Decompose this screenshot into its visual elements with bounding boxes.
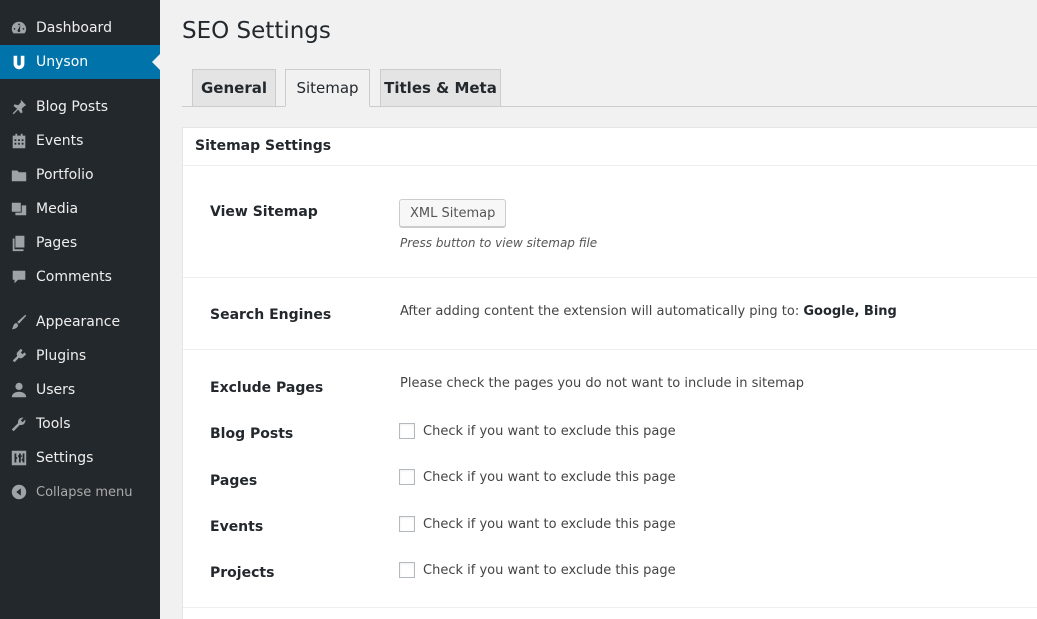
exclude-pages-item-label: Pages <box>210 473 258 489</box>
tab-sitemap[interactable]: Sitemap <box>285 69 370 107</box>
menu-item-portfolio[interactable]: Portfolio <box>0 158 160 192</box>
exclude-events-checkbox[interactable] <box>399 516 415 532</box>
menu-item-pages[interactable]: Pages <box>0 226 160 260</box>
dashboard-icon <box>0 19 36 37</box>
admin-sidebar: Dashboard Unyson Blog Posts Events Portf… <box>0 0 160 619</box>
plugin-icon <box>0 347 36 365</box>
checkbox-label: Check if you want to exclude this page <box>423 516 676 532</box>
pages-icon <box>0 234 36 252</box>
settings-icon <box>0 449 36 467</box>
row-divider <box>183 349 1037 350</box>
menu-item-users[interactable]: Users <box>0 373 160 407</box>
menu-label: Plugins <box>36 348 87 364</box>
exclude-events-row: Check if you want to exclude this page <box>399 516 676 532</box>
menu-label: Appearance <box>36 314 121 330</box>
menu-label: Portfolio <box>36 167 94 183</box>
menu-item-blog-posts[interactable]: Blog Posts <box>0 90 160 124</box>
menu-item-comments[interactable]: Comments <box>0 260 160 294</box>
exclude-blog-posts-label: Blog Posts <box>210 426 294 442</box>
tab-titles-meta[interactable]: Titles & Meta <box>380 69 501 107</box>
tab-general[interactable]: General <box>192 69 276 107</box>
wrench-icon <box>0 415 36 433</box>
exclude-pages-row: Check if you want to exclude this page <box>399 469 676 485</box>
menu-label: Pages <box>36 235 78 251</box>
xml-sitemap-button[interactable]: XML Sitemap <box>399 199 507 227</box>
menu-item-tools[interactable]: Tools <box>0 407 160 441</box>
row-divider <box>183 277 1037 278</box>
panel-heading: Sitemap Settings <box>183 128 1037 166</box>
unyson-icon <box>0 53 36 71</box>
exclude-pages-checkbox[interactable] <box>399 469 415 485</box>
menu-item-events[interactable]: Events <box>0 124 160 158</box>
pushpin-icon <box>0 98 36 116</box>
view-sitemap-hint: Press button to view sitemap file <box>400 236 598 250</box>
media-icon <box>0 200 36 218</box>
view-sitemap-label: View Sitemap <box>210 204 318 220</box>
calendar-icon <box>0 132 36 150</box>
exclude-pages-label: Exclude Pages <box>210 380 324 396</box>
menu-item-appearance[interactable]: Appearance <box>0 305 160 339</box>
menu-label: Media <box>36 201 79 217</box>
exclude-blog-posts-checkbox[interactable] <box>399 423 415 439</box>
page-title: SEO Settings <box>182 18 331 44</box>
search-engines-list: Google, Bing <box>803 304 897 319</box>
comment-icon <box>0 268 36 286</box>
checkbox-label: Check if you want to exclude this page <box>423 469 676 485</box>
menu-item-settings[interactable]: Settings <box>0 441 160 475</box>
sitemap-settings-panel: Sitemap Settings View Sitemap XML Sitema… <box>182 127 1037 619</box>
exclude-blog-posts-row: Check if you want to exclude this page <box>399 423 676 439</box>
menu-item-unyson[interactable]: Unyson <box>0 45 160 79</box>
exclude-projects-label: Projects <box>210 565 275 581</box>
menu-label: Comments <box>36 269 112 285</box>
menu-label: Unyson <box>36 54 89 70</box>
exclude-projects-row: Check if you want to exclude this page <box>399 562 676 578</box>
brush-icon <box>0 313 36 331</box>
folder-icon <box>0 166 36 184</box>
search-engines-description: After adding content the extension will … <box>400 304 804 319</box>
row-divider <box>183 607 1037 608</box>
exclude-events-label: Events <box>210 519 264 535</box>
exclude-pages-text: Please check the pages you do not want t… <box>400 376 804 391</box>
user-icon <box>0 381 36 399</box>
menu-label: Blog Posts <box>36 99 108 115</box>
exclude-projects-checkbox[interactable] <box>399 562 415 578</box>
checkbox-label: Check if you want to exclude this page <box>423 423 676 439</box>
checkbox-label: Check if you want to exclude this page <box>423 562 676 578</box>
menu-label: Tools <box>36 416 71 432</box>
collapse-menu-button[interactable]: Collapse menu <box>0 475 160 509</box>
search-engines-label: Search Engines <box>210 307 332 323</box>
menu-item-plugins[interactable]: Plugins <box>0 339 160 373</box>
menu-label: Settings <box>36 450 94 466</box>
menu-label: Events <box>36 133 84 149</box>
menu-label: Dashboard <box>36 20 112 36</box>
menu-label: Users <box>36 382 76 398</box>
collapse-label: Collapse menu <box>36 484 133 500</box>
menu-item-media[interactable]: Media <box>0 192 160 226</box>
menu-item-dashboard[interactable]: Dashboard <box>0 11 160 45</box>
search-engines-text: After adding content the extension will … <box>400 304 897 319</box>
collapse-icon <box>0 483 36 501</box>
